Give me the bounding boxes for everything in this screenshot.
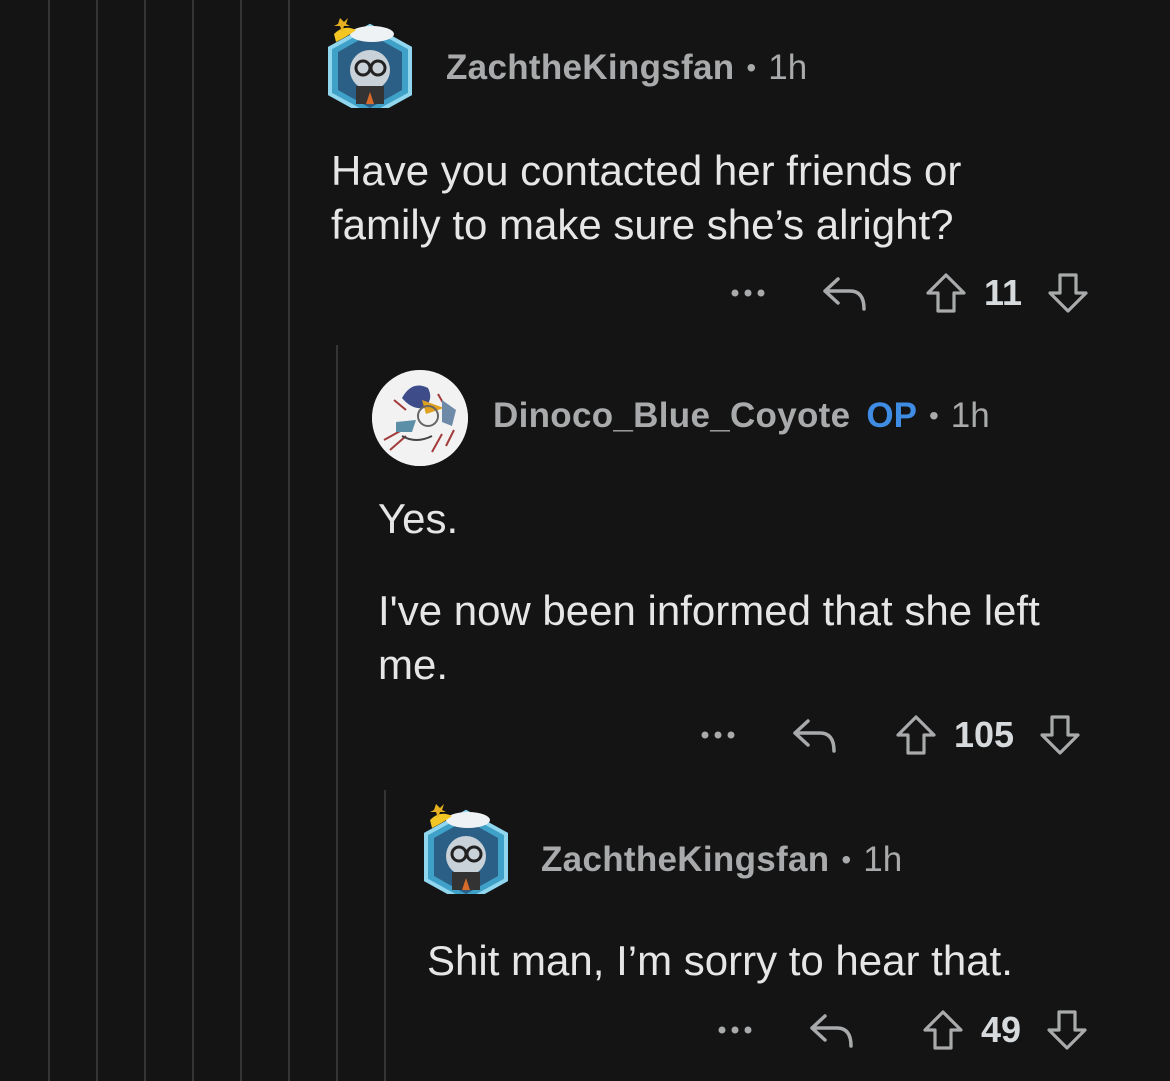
user-avatar[interactable] [422, 798, 510, 894]
timestamp: 1h [768, 48, 808, 87]
vote-score: 49 [981, 1009, 1022, 1050]
downvote-button[interactable] [1036, 714, 1084, 756]
username[interactable]: Dinoco_Blue_Coyote [493, 396, 850, 436]
vote-score: 11 [984, 272, 1023, 313]
upvote-button[interactable] [919, 1009, 967, 1051]
comment-header: ZachtheKingsfan • 1h [446, 48, 807, 88]
comment-actions: 11 [726, 266, 1092, 320]
reply-icon [823, 277, 866, 311]
comment-header: Dinoco_Blue_Coyote OP • 1h [493, 396, 990, 436]
separator-dot: • [928, 400, 939, 431]
round-avatar-icon [372, 370, 468, 466]
comment-actions: 105 [696, 708, 1084, 762]
downvote-icon [1040, 715, 1080, 755]
separator-dot: • [841, 844, 852, 875]
reply-button[interactable] [807, 1012, 857, 1048]
comment-body: Have you contacted her friends or family… [331, 144, 1131, 252]
thread-line[interactable] [144, 0, 146, 1081]
more-icon [701, 731, 735, 739]
vote-score: 105 [954, 714, 1015, 755]
more-icon [718, 1026, 752, 1034]
thread-line[interactable] [240, 0, 242, 1081]
upvote-icon [923, 1010, 963, 1050]
reply-button[interactable] [790, 717, 840, 753]
thread-line[interactable] [336, 345, 338, 1081]
upvote-button[interactable] [922, 272, 970, 314]
timestamp: 1h [950, 396, 990, 435]
comment-text-line: me. [378, 641, 449, 688]
reply-icon [793, 719, 836, 753]
downvote-icon [1047, 1010, 1087, 1050]
user-avatar[interactable] [372, 370, 468, 466]
comment-actions: 49 [713, 1003, 1091, 1057]
comment-text-line: family to make sure she’s alright? [331, 201, 954, 248]
thread-line[interactable] [192, 0, 194, 1081]
downvote-icon [1048, 273, 1088, 313]
comment-text-line: Shit man, I’m sorry to hear that. [427, 937, 1013, 984]
separator-dot: • [746, 52, 757, 83]
more-button[interactable] [713, 1025, 759, 1035]
hex-avatar-icon [328, 18, 412, 108]
thread-line[interactable] [384, 790, 386, 1081]
more-icon [731, 289, 765, 297]
thread-line[interactable] [96, 0, 98, 1081]
username[interactable]: ZachtheKingsfan [541, 840, 829, 880]
upvote-icon [896, 715, 936, 755]
user-avatar[interactable] [326, 12, 414, 108]
comment-body: Yes. I've now been informed that she lef… [378, 492, 1138, 692]
upvote-button[interactable] [892, 714, 940, 756]
thread-line[interactable] [48, 0, 50, 1081]
reply-icon [810, 1014, 853, 1048]
comment-text-line: Have you contacted her friends or [331, 147, 962, 194]
thread-line[interactable] [288, 0, 290, 1081]
upvote-icon [926, 273, 966, 313]
username[interactable]: ZachtheKingsfan [446, 48, 734, 88]
more-button[interactable] [696, 730, 742, 740]
comment-text-line: I've now been informed that she left [378, 587, 1040, 634]
more-button[interactable] [726, 288, 772, 298]
comment-text-line: Yes. [378, 495, 459, 542]
downvote-button[interactable] [1044, 272, 1092, 314]
downvote-button[interactable] [1043, 1009, 1091, 1051]
op-badge: OP [866, 396, 917, 435]
reply-button[interactable] [820, 275, 870, 311]
comment-header: ZachtheKingsfan • 1h [541, 840, 902, 880]
hex-avatar-icon [424, 804, 508, 894]
comment-body: Shit man, I’m sorry to hear that. [427, 934, 1147, 988]
timestamp: 1h [863, 840, 903, 879]
